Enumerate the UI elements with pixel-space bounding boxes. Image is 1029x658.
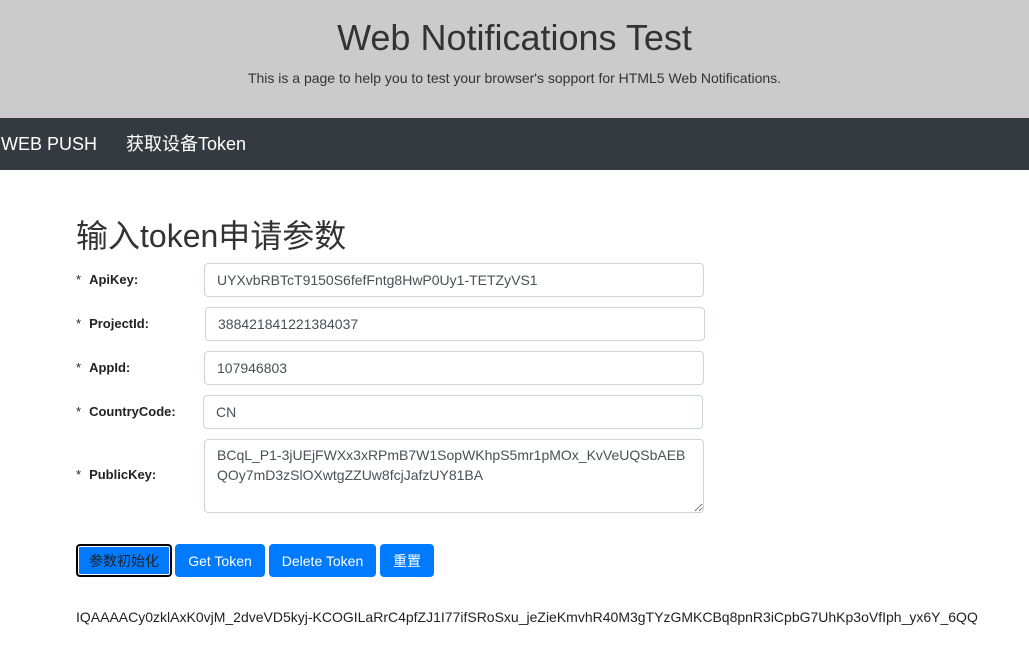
apikey-input[interactable] [204,263,704,297]
publickey-label: * PublicKey: [76,467,157,482]
delete-token-button[interactable]: Delete Token [269,544,376,577]
form-title: 输入token申请参数 [76,218,347,254]
required-mark: * [76,360,82,375]
required-mark: * [76,467,82,482]
init-params-button[interactable]: 参数初始化 [76,544,172,577]
required-mark: * [76,404,82,419]
appid-label: * AppId: [76,360,131,375]
publickey-textarea[interactable]: BCqL_P1-3jUEjFWXx3xRPmB7W1SopWKhpS5mr1pM… [204,439,704,513]
projectid-input[interactable] [205,307,705,341]
appid-input[interactable] [204,351,704,385]
countrycode-input[interactable] [203,395,703,429]
header-jumbotron: Web Notifications Test This is a page to… [0,0,1029,118]
apikey-label: * ApiKey: [76,272,139,287]
projectid-label: * ProjectId: [76,316,150,331]
countrycode-label: * CountryCode: [76,404,176,419]
page-title: Web Notifications Test [337,17,692,58]
required-mark: * [76,316,82,331]
page-subtitle: This is a page to help you to test your … [247,70,782,86]
token-output-text: IQAAAACy0zklAxK0vjM_2dveVD5kyj-KCOGILaRr… [76,609,978,625]
nav-link-get-device-token[interactable]: 获取设备Token [126,133,246,155]
required-mark: * [76,272,82,287]
reset-button[interactable]: 重置 [380,544,434,577]
nav-brand-web-push[interactable]: WEB PUSH [1,133,97,155]
get-token-button[interactable]: Get Token [175,544,265,577]
navbar: WEB PUSH 获取设备Token [0,118,1029,170]
